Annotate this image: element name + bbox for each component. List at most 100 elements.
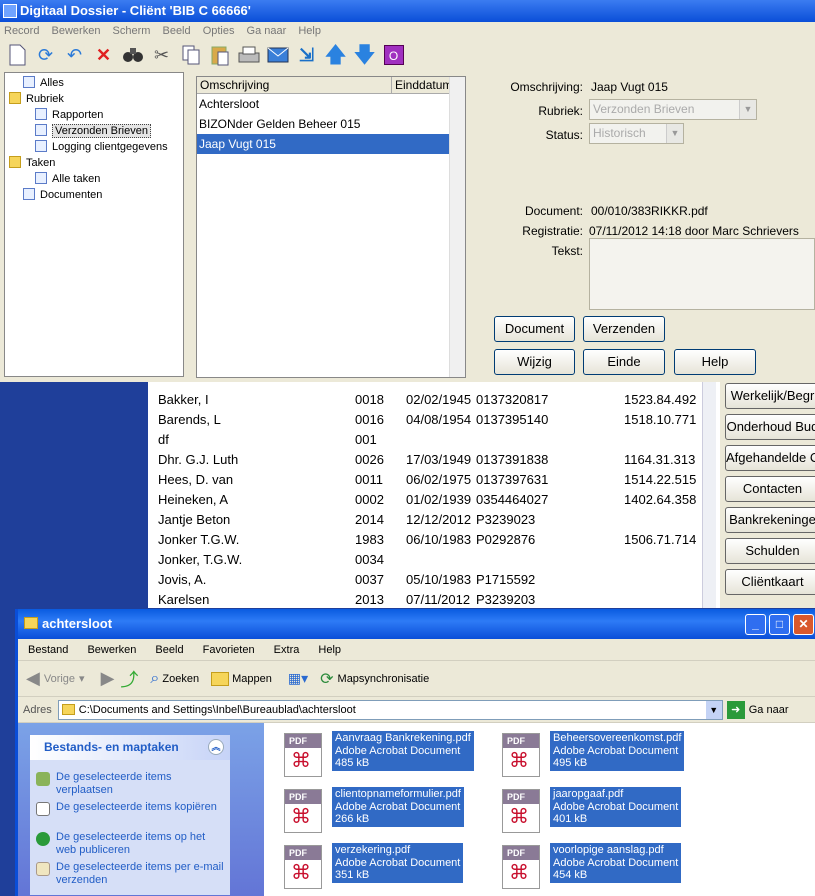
- sync-button[interactable]: ⟳ Mapsynchronisatie: [320, 669, 429, 689]
- file-item[interactable]: Beheersovereenkomst.pdf Adobe Acrobat Doc…: [550, 731, 685, 771]
- task-copy[interactable]: De geselecteerde items kopiëren: [36, 801, 226, 816]
- export-icon[interactable]: ⇲: [294, 43, 319, 68]
- folders-button[interactable]: Mappen: [211, 671, 272, 686]
- task-box-header[interactable]: Bestands- en maptaken ︽: [30, 735, 230, 760]
- table-row[interactable]: Karelsen 2013 07/11/2012 P3239203: [148, 590, 708, 608]
- list-scrollbar[interactable]: [449, 77, 465, 377]
- find-icon[interactable]: [120, 43, 145, 68]
- side-button[interactable]: Bankrekeninge: [725, 507, 815, 533]
- side-button[interactable]: Schulden: [725, 538, 815, 564]
- client-scrollbar[interactable]: [702, 382, 716, 608]
- status-select[interactable]: Historisch ▼: [589, 123, 684, 144]
- menu-beeld[interactable]: Beeld: [155, 644, 183, 656]
- collapse-icon[interactable]: ︽: [208, 739, 224, 755]
- delete-icon[interactable]: ✕: [91, 43, 116, 68]
- menu-help[interactable]: Help: [318, 644, 341, 656]
- table-row[interactable]: Jantje Beton 2014 12/12/2012 P3239023: [148, 510, 708, 530]
- column-einddatum[interactable]: Einddatum: [392, 77, 452, 93]
- menu-bewerken[interactable]: Bewerken: [87, 644, 136, 656]
- rubriek-select[interactable]: Verzonden Brieven ▼: [589, 99, 757, 120]
- tree-item-taken[interactable]: Taken: [5, 155, 183, 171]
- file-item[interactable]: verzekering.pdf Adobe Acrobat Document 351…: [332, 843, 464, 883]
- side-button[interactable]: Onderhoud Bud: [725, 414, 815, 440]
- pdf-file-icon[interactable]: PDF ⌘: [284, 789, 322, 833]
- mail-icon[interactable]: [265, 43, 290, 68]
- dossier-titlebar[interactable]: Digitaal Dossier - Cliënt 'BIB C 66666': [0, 0, 815, 22]
- table-row[interactable]: Barends, L 0016 04/08/1954 0137395140 1518.1…: [148, 410, 708, 430]
- paste-icon[interactable]: [207, 43, 232, 68]
- tree-item-logging[interactable]: Logging clientgegevens: [5, 139, 183, 155]
- list-item[interactable]: BIZONder Gelden Beheer 015: [197, 114, 449, 134]
- wijzig-button[interactable]: Wijzig: [494, 349, 575, 375]
- chevron-down-icon[interactable]: ▼: [705, 700, 722, 719]
- pdf-file-icon[interactable]: PDF ⌘: [502, 845, 540, 889]
- table-row[interactable]: Jovis, A. 0037 05/10/1983 P1715592: [148, 570, 708, 590]
- file-item[interactable]: jaaropgaaf.pdf Adobe Acrobat Document 401 …: [550, 787, 682, 827]
- table-row[interactable]: Bakker, I 0018 02/02/1945 0137320817 1523.84…: [148, 390, 708, 410]
- menu-record[interactable]: Record: [4, 25, 39, 37]
- document-button[interactable]: Document: [494, 316, 575, 342]
- tree-item-verzonden-brieven[interactable]: Verzonden Brieven: [5, 123, 183, 139]
- address-input[interactable]: C:\Documents and Settings\Inbel\Bureaubl…: [57, 699, 723, 720]
- help-button[interactable]: Help: [674, 349, 756, 375]
- side-button[interactable]: Contacten: [725, 476, 815, 502]
- pdf-file-icon[interactable]: PDF ⌘: [284, 845, 322, 889]
- menu-help[interactable]: Help: [298, 25, 321, 37]
- column-omschrijving[interactable]: Omschrijving: [197, 77, 392, 93]
- table-row[interactable]: Jonker T.G.W. 1983 06/10/1983 P0292876 1506.…: [148, 530, 708, 550]
- forward-button[interactable]: ▶: [101, 668, 115, 689]
- up-folder-icon[interactable]: ⤴: [120, 666, 138, 692]
- file-item[interactable]: Aanvraag Bankrekening.pdf Adobe Acrobat D…: [332, 731, 474, 771]
- menu-beeld[interactable]: Beeld: [162, 25, 190, 37]
- new-icon[interactable]: [4, 43, 29, 68]
- menu-scherm[interactable]: Scherm: [113, 25, 151, 37]
- cut-icon[interactable]: ✂: [149, 43, 174, 68]
- task-email[interactable]: De geselecteerde items per e-mail verzen…: [36, 861, 226, 887]
- verzenden-button[interactable]: Verzenden: [583, 316, 665, 342]
- file-item[interactable]: voorlopige aanslag.pdf Adobe Acrobat Docu…: [550, 843, 682, 883]
- tree-item-rapporten[interactable]: Rapporten: [5, 107, 183, 123]
- menu-favorieten[interactable]: Favorieten: [203, 644, 255, 656]
- tree-item-alle-taken[interactable]: Alle taken: [5, 171, 183, 187]
- menu-extra[interactable]: Extra: [274, 644, 300, 656]
- pdf-file-icon[interactable]: PDF ⌘: [502, 789, 540, 833]
- file-item[interactable]: clientopnameformulier.pdf Adobe Acrobat D…: [332, 787, 464, 827]
- go-button[interactable]: ➜ Ga naar: [726, 700, 789, 719]
- object-icon[interactable]: O: [381, 43, 406, 68]
- maximize-button[interactable]: □: [769, 614, 790, 635]
- einde-button[interactable]: Einde: [583, 349, 665, 375]
- minimize-button[interactable]: _: [745, 614, 766, 635]
- tree-item-rubriek[interactable]: Rubriek: [5, 91, 183, 107]
- task-publish[interactable]: De geselecteerde items op het web public…: [36, 831, 226, 857]
- list-item[interactable]: Achtersloot: [197, 94, 449, 114]
- copy-icon[interactable]: [178, 43, 203, 68]
- menu-bestand[interactable]: Bestand: [28, 644, 68, 656]
- table-row[interactable]: Hees, D. van 0011 06/02/1975 0137397631 1514…: [148, 470, 708, 490]
- table-row[interactable]: Heineken, A 0002 01/02/1939 0354464027 1402.…: [148, 490, 708, 510]
- close-button[interactable]: ✕: [793, 614, 814, 635]
- explorer-titlebar[interactable]: achtersloot _ □ ✕: [18, 609, 815, 639]
- views-button[interactable]: ▦▾: [288, 670, 308, 687]
- side-button[interactable]: Afgehandelde C: [725, 445, 815, 471]
- side-button[interactable]: Cliëntkaart: [725, 569, 815, 595]
- print-icon[interactable]: [236, 43, 261, 68]
- refresh-icon[interactable]: ⟳: [33, 43, 58, 68]
- pdf-file-icon[interactable]: PDF ⌘: [284, 733, 322, 777]
- pdf-file-icon[interactable]: PDF ⌘: [502, 733, 540, 777]
- down-icon[interactable]: 🡇: [352, 43, 377, 68]
- table-row[interactable]: Dhr. G.J. Luth 0026 17/03/1949 0137391838 11…: [148, 450, 708, 470]
- tree-item-alles[interactable]: Alles: [5, 75, 183, 91]
- table-row[interactable]: df 001: [148, 430, 708, 450]
- tree-item-documenten[interactable]: Documenten: [5, 187, 183, 203]
- tekst-field[interactable]: [589, 238, 815, 310]
- side-button[interactable]: Werkelijk/Begr: [725, 383, 815, 409]
- search-button[interactable]: ⌕ Zoeken: [150, 670, 199, 688]
- menu-bewerken[interactable]: Bewerken: [52, 25, 101, 37]
- table-row[interactable]: Jonker, T.G.W. 0034: [148, 550, 708, 570]
- up-icon[interactable]: 🡅: [323, 43, 348, 68]
- task-move[interactable]: De geselecteerde items verplaatsen: [36, 771, 226, 797]
- menu-opties[interactable]: Opties: [203, 25, 235, 37]
- back-button[interactable]: ◀ Vorige ▾: [26, 668, 85, 689]
- undo-icon[interactable]: ↶: [62, 43, 87, 68]
- list-item-selected[interactable]: Jaap Vugt 015: [197, 134, 449, 154]
